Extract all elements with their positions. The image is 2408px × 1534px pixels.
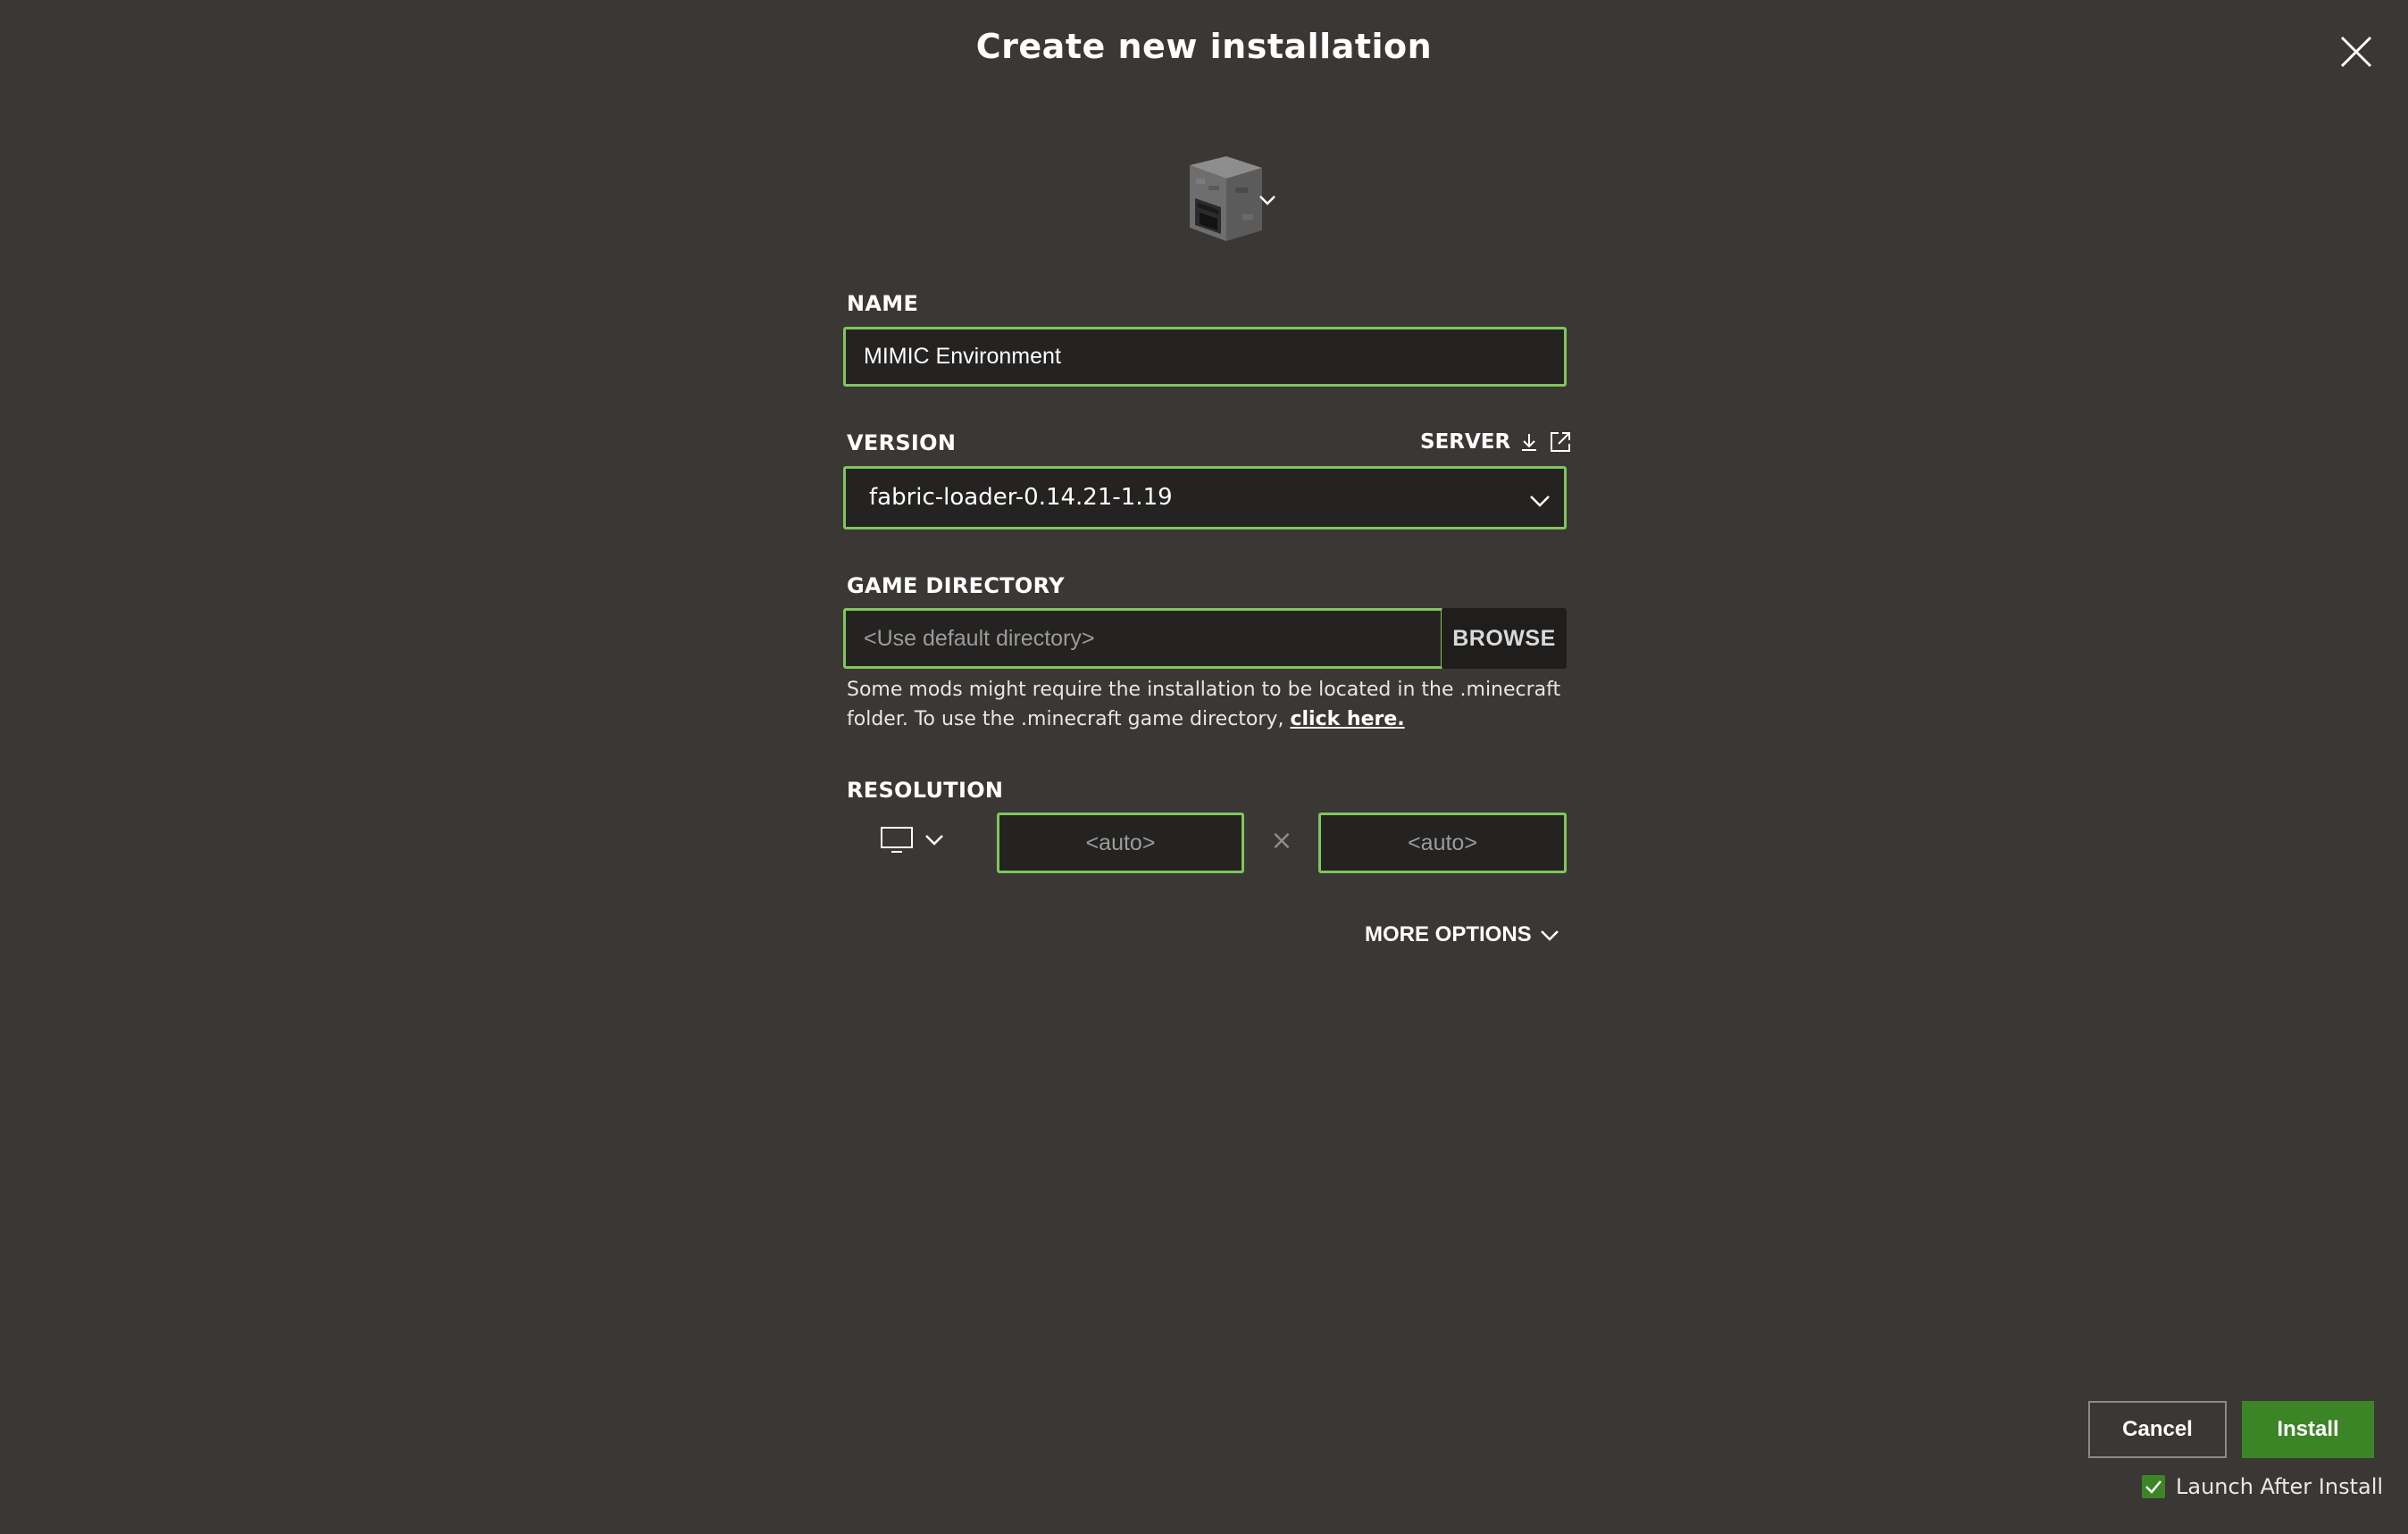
browse-button[interactable]: BROWSE: [1442, 608, 1567, 669]
resolution-height-input[interactable]: [1321, 815, 1564, 871]
version-label: VERSION: [847, 430, 957, 455]
installation-icon-picker[interactable]: [1146, 152, 1280, 246]
chevron-down-icon: [1540, 930, 1559, 941]
server-label: SERVER: [1420, 430, 1511, 454]
external-link-icon[interactable]: [1548, 429, 1573, 454]
game-directory-input[interactable]: [846, 611, 1441, 666]
click-here-link[interactable]: click here.: [1290, 708, 1404, 730]
chevron-down-icon: [1259, 196, 1275, 205]
furnace-block-icon: [1190, 156, 1262, 241]
download-icon: [1522, 434, 1537, 451]
name-input[interactable]: [846, 329, 1564, 384]
resolution-separator: ×: [1270, 825, 1293, 856]
more-options-toggle[interactable]: MORE OPTIONS: [1365, 922, 1560, 947]
install-button[interactable]: Install: [2242, 1401, 2374, 1458]
launch-after-install-checkbox[interactable]: Launch After Install: [2142, 1474, 2383, 1499]
resolution-height-field[interactable]: [1318, 813, 1567, 873]
checkbox-checked[interactable]: [2142, 1475, 2165, 1498]
resolution-width-field[interactable]: [997, 813, 1244, 873]
server-download-link[interactable]: SERVER: [1420, 429, 1573, 454]
launch-after-install-label: Launch After Install: [2176, 1474, 2384, 1499]
monitor-icon: [881, 827, 913, 853]
close-icon[interactable]: [2337, 32, 2376, 71]
game-directory-field[interactable]: [843, 608, 1443, 669]
name-label: NAME: [847, 291, 919, 316]
name-field[interactable]: [843, 327, 1567, 387]
hint-text: Some mods might require the installation…: [847, 679, 1561, 730]
more-options-label: MORE OPTIONS: [1365, 922, 1532, 946]
cancel-button[interactable]: Cancel: [2088, 1401, 2227, 1458]
version-select[interactable]: fabric-loader-0.14.21-1.19: [843, 466, 1567, 529]
chevron-down-icon: [1530, 496, 1550, 507]
chevron-down-icon: [925, 835, 943, 846]
version-selected-value: fabric-loader-0.14.21-1.19: [869, 484, 1173, 511]
game-directory-label: GAME DIRECTORY: [847, 573, 1065, 598]
game-directory-hint: Some mods might require the installation…: [847, 675, 1579, 734]
dialog-title: Create new installation: [975, 27, 1433, 66]
resolution-preset-dropdown[interactable]: [879, 825, 945, 855]
checkmark-icon: [2145, 1480, 2161, 1494]
resolution-width-input[interactable]: [999, 815, 1242, 871]
resolution-label: RESOLUTION: [847, 778, 1004, 803]
